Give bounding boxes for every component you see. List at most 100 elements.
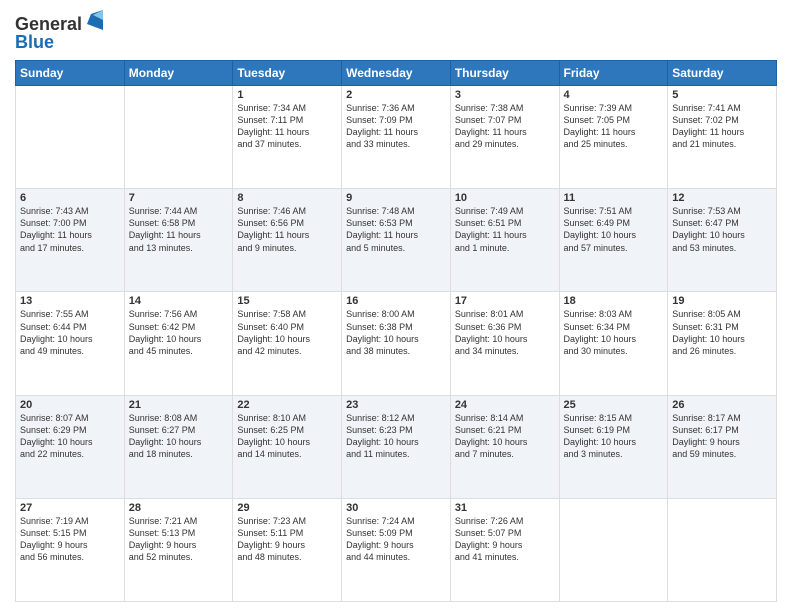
day-info: Sunrise: 7:41 AM Sunset: 7:02 PM Dayligh… [672, 102, 772, 151]
day-number: 5 [672, 89, 772, 101]
table-cell [16, 86, 125, 189]
day-number: 2 [346, 89, 446, 101]
logo: General Blue [15, 10, 105, 54]
day-number: 1 [237, 89, 337, 101]
table-cell: 14Sunrise: 7:56 AM Sunset: 6:42 PM Dayli… [124, 292, 233, 395]
table-cell: 29Sunrise: 7:23 AM Sunset: 5:11 PM Dayli… [233, 498, 342, 601]
day-info: Sunrise: 8:01 AM Sunset: 6:36 PM Dayligh… [455, 308, 555, 357]
table-cell: 3Sunrise: 7:38 AM Sunset: 7:07 PM Daylig… [450, 86, 559, 189]
day-number: 13 [20, 295, 120, 307]
table-cell: 7Sunrise: 7:44 AM Sunset: 6:58 PM Daylig… [124, 189, 233, 292]
table-cell: 31Sunrise: 7:26 AM Sunset: 5:07 PM Dayli… [450, 498, 559, 601]
day-number: 28 [129, 502, 229, 514]
day-number: 26 [672, 399, 772, 411]
table-cell: 8Sunrise: 7:46 AM Sunset: 6:56 PM Daylig… [233, 189, 342, 292]
day-number: 21 [129, 399, 229, 411]
table-cell: 9Sunrise: 7:48 AM Sunset: 6:53 PM Daylig… [342, 189, 451, 292]
day-number: 20 [20, 399, 120, 411]
page: General Blue Sunday Monday Tuesday Wedne… [0, 0, 792, 612]
table-cell: 5Sunrise: 7:41 AM Sunset: 7:02 PM Daylig… [668, 86, 777, 189]
day-number: 9 [346, 192, 446, 204]
day-info: Sunrise: 7:43 AM Sunset: 7:00 PM Dayligh… [20, 205, 120, 254]
table-cell: 13Sunrise: 7:55 AM Sunset: 6:44 PM Dayli… [16, 292, 125, 395]
table-cell: 15Sunrise: 7:58 AM Sunset: 6:40 PM Dayli… [233, 292, 342, 395]
col-thursday: Thursday [450, 61, 559, 86]
table-cell: 27Sunrise: 7:19 AM Sunset: 5:15 PM Dayli… [16, 498, 125, 601]
day-number: 16 [346, 295, 446, 307]
day-number: 23 [346, 399, 446, 411]
day-number: 31 [455, 502, 555, 514]
table-cell: 17Sunrise: 8:01 AM Sunset: 6:36 PM Dayli… [450, 292, 559, 395]
day-info: Sunrise: 8:12 AM Sunset: 6:23 PM Dayligh… [346, 412, 446, 461]
day-info: Sunrise: 7:19 AM Sunset: 5:15 PM Dayligh… [20, 515, 120, 564]
day-info: Sunrise: 8:05 AM Sunset: 6:31 PM Dayligh… [672, 308, 772, 357]
day-info: Sunrise: 8:07 AM Sunset: 6:29 PM Dayligh… [20, 412, 120, 461]
day-number: 3 [455, 89, 555, 101]
day-info: Sunrise: 8:03 AM Sunset: 6:34 PM Dayligh… [564, 308, 664, 357]
calendar-week-row: 27Sunrise: 7:19 AM Sunset: 5:15 PM Dayli… [16, 498, 777, 601]
col-tuesday: Tuesday [233, 61, 342, 86]
table-cell [124, 86, 233, 189]
day-number: 29 [237, 502, 337, 514]
table-cell: 25Sunrise: 8:15 AM Sunset: 6:19 PM Dayli… [559, 395, 668, 498]
header: General Blue [15, 10, 777, 54]
day-info: Sunrise: 7:55 AM Sunset: 6:44 PM Dayligh… [20, 308, 120, 357]
day-number: 10 [455, 192, 555, 204]
day-info: Sunrise: 7:53 AM Sunset: 6:47 PM Dayligh… [672, 205, 772, 254]
table-cell: 30Sunrise: 7:24 AM Sunset: 5:09 PM Dayli… [342, 498, 451, 601]
day-info: Sunrise: 8:00 AM Sunset: 6:38 PM Dayligh… [346, 308, 446, 357]
day-info: Sunrise: 7:34 AM Sunset: 7:11 PM Dayligh… [237, 102, 337, 151]
day-number: 18 [564, 295, 664, 307]
svg-text:General: General [15, 14, 82, 34]
col-sunday: Sunday [16, 61, 125, 86]
col-wednesday: Wednesday [342, 61, 451, 86]
day-number: 17 [455, 295, 555, 307]
day-info: Sunrise: 8:10 AM Sunset: 6:25 PM Dayligh… [237, 412, 337, 461]
day-number: 22 [237, 399, 337, 411]
calendar-week-row: 13Sunrise: 7:55 AM Sunset: 6:44 PM Dayli… [16, 292, 777, 395]
calendar-week-row: 1Sunrise: 7:34 AM Sunset: 7:11 PM Daylig… [16, 86, 777, 189]
day-info: Sunrise: 7:46 AM Sunset: 6:56 PM Dayligh… [237, 205, 337, 254]
table-cell: 6Sunrise: 7:43 AM Sunset: 7:00 PM Daylig… [16, 189, 125, 292]
day-number: 7 [129, 192, 229, 204]
day-info: Sunrise: 7:48 AM Sunset: 6:53 PM Dayligh… [346, 205, 446, 254]
table-cell: 20Sunrise: 8:07 AM Sunset: 6:29 PM Dayli… [16, 395, 125, 498]
table-cell: 18Sunrise: 8:03 AM Sunset: 6:34 PM Dayli… [559, 292, 668, 395]
table-cell: 23Sunrise: 8:12 AM Sunset: 6:23 PM Dayli… [342, 395, 451, 498]
calendar-week-row: 6Sunrise: 7:43 AM Sunset: 7:00 PM Daylig… [16, 189, 777, 292]
calendar-header-row: Sunday Monday Tuesday Wednesday Thursday… [16, 61, 777, 86]
day-info: Sunrise: 8:14 AM Sunset: 6:21 PM Dayligh… [455, 412, 555, 461]
col-saturday: Saturday [668, 61, 777, 86]
day-info: Sunrise: 7:38 AM Sunset: 7:07 PM Dayligh… [455, 102, 555, 151]
day-number: 15 [237, 295, 337, 307]
calendar-table: Sunday Monday Tuesday Wednesday Thursday… [15, 60, 777, 602]
day-number: 12 [672, 192, 772, 204]
table-cell: 19Sunrise: 8:05 AM Sunset: 6:31 PM Dayli… [668, 292, 777, 395]
day-number: 25 [564, 399, 664, 411]
day-number: 27 [20, 502, 120, 514]
day-info: Sunrise: 7:51 AM Sunset: 6:49 PM Dayligh… [564, 205, 664, 254]
day-info: Sunrise: 7:56 AM Sunset: 6:42 PM Dayligh… [129, 308, 229, 357]
day-number: 30 [346, 502, 446, 514]
table-cell: 21Sunrise: 8:08 AM Sunset: 6:27 PM Dayli… [124, 395, 233, 498]
col-monday: Monday [124, 61, 233, 86]
table-cell: 1Sunrise: 7:34 AM Sunset: 7:11 PM Daylig… [233, 86, 342, 189]
table-cell [668, 498, 777, 601]
table-cell: 11Sunrise: 7:51 AM Sunset: 6:49 PM Dayli… [559, 189, 668, 292]
table-cell: 4Sunrise: 7:39 AM Sunset: 7:05 PM Daylig… [559, 86, 668, 189]
table-cell: 2Sunrise: 7:36 AM Sunset: 7:09 PM Daylig… [342, 86, 451, 189]
day-info: Sunrise: 7:24 AM Sunset: 5:09 PM Dayligh… [346, 515, 446, 564]
calendar-week-row: 20Sunrise: 8:07 AM Sunset: 6:29 PM Dayli… [16, 395, 777, 498]
day-info: Sunrise: 7:44 AM Sunset: 6:58 PM Dayligh… [129, 205, 229, 254]
table-cell: 24Sunrise: 8:14 AM Sunset: 6:21 PM Dayli… [450, 395, 559, 498]
day-number: 6 [20, 192, 120, 204]
day-number: 19 [672, 295, 772, 307]
table-cell: 16Sunrise: 8:00 AM Sunset: 6:38 PM Dayli… [342, 292, 451, 395]
svg-text:Blue: Blue [15, 32, 54, 52]
day-info: Sunrise: 7:21 AM Sunset: 5:13 PM Dayligh… [129, 515, 229, 564]
day-info: Sunrise: 7:49 AM Sunset: 6:51 PM Dayligh… [455, 205, 555, 254]
day-number: 14 [129, 295, 229, 307]
day-info: Sunrise: 7:58 AM Sunset: 6:40 PM Dayligh… [237, 308, 337, 357]
table-cell: 28Sunrise: 7:21 AM Sunset: 5:13 PM Dayli… [124, 498, 233, 601]
table-cell: 10Sunrise: 7:49 AM Sunset: 6:51 PM Dayli… [450, 189, 559, 292]
